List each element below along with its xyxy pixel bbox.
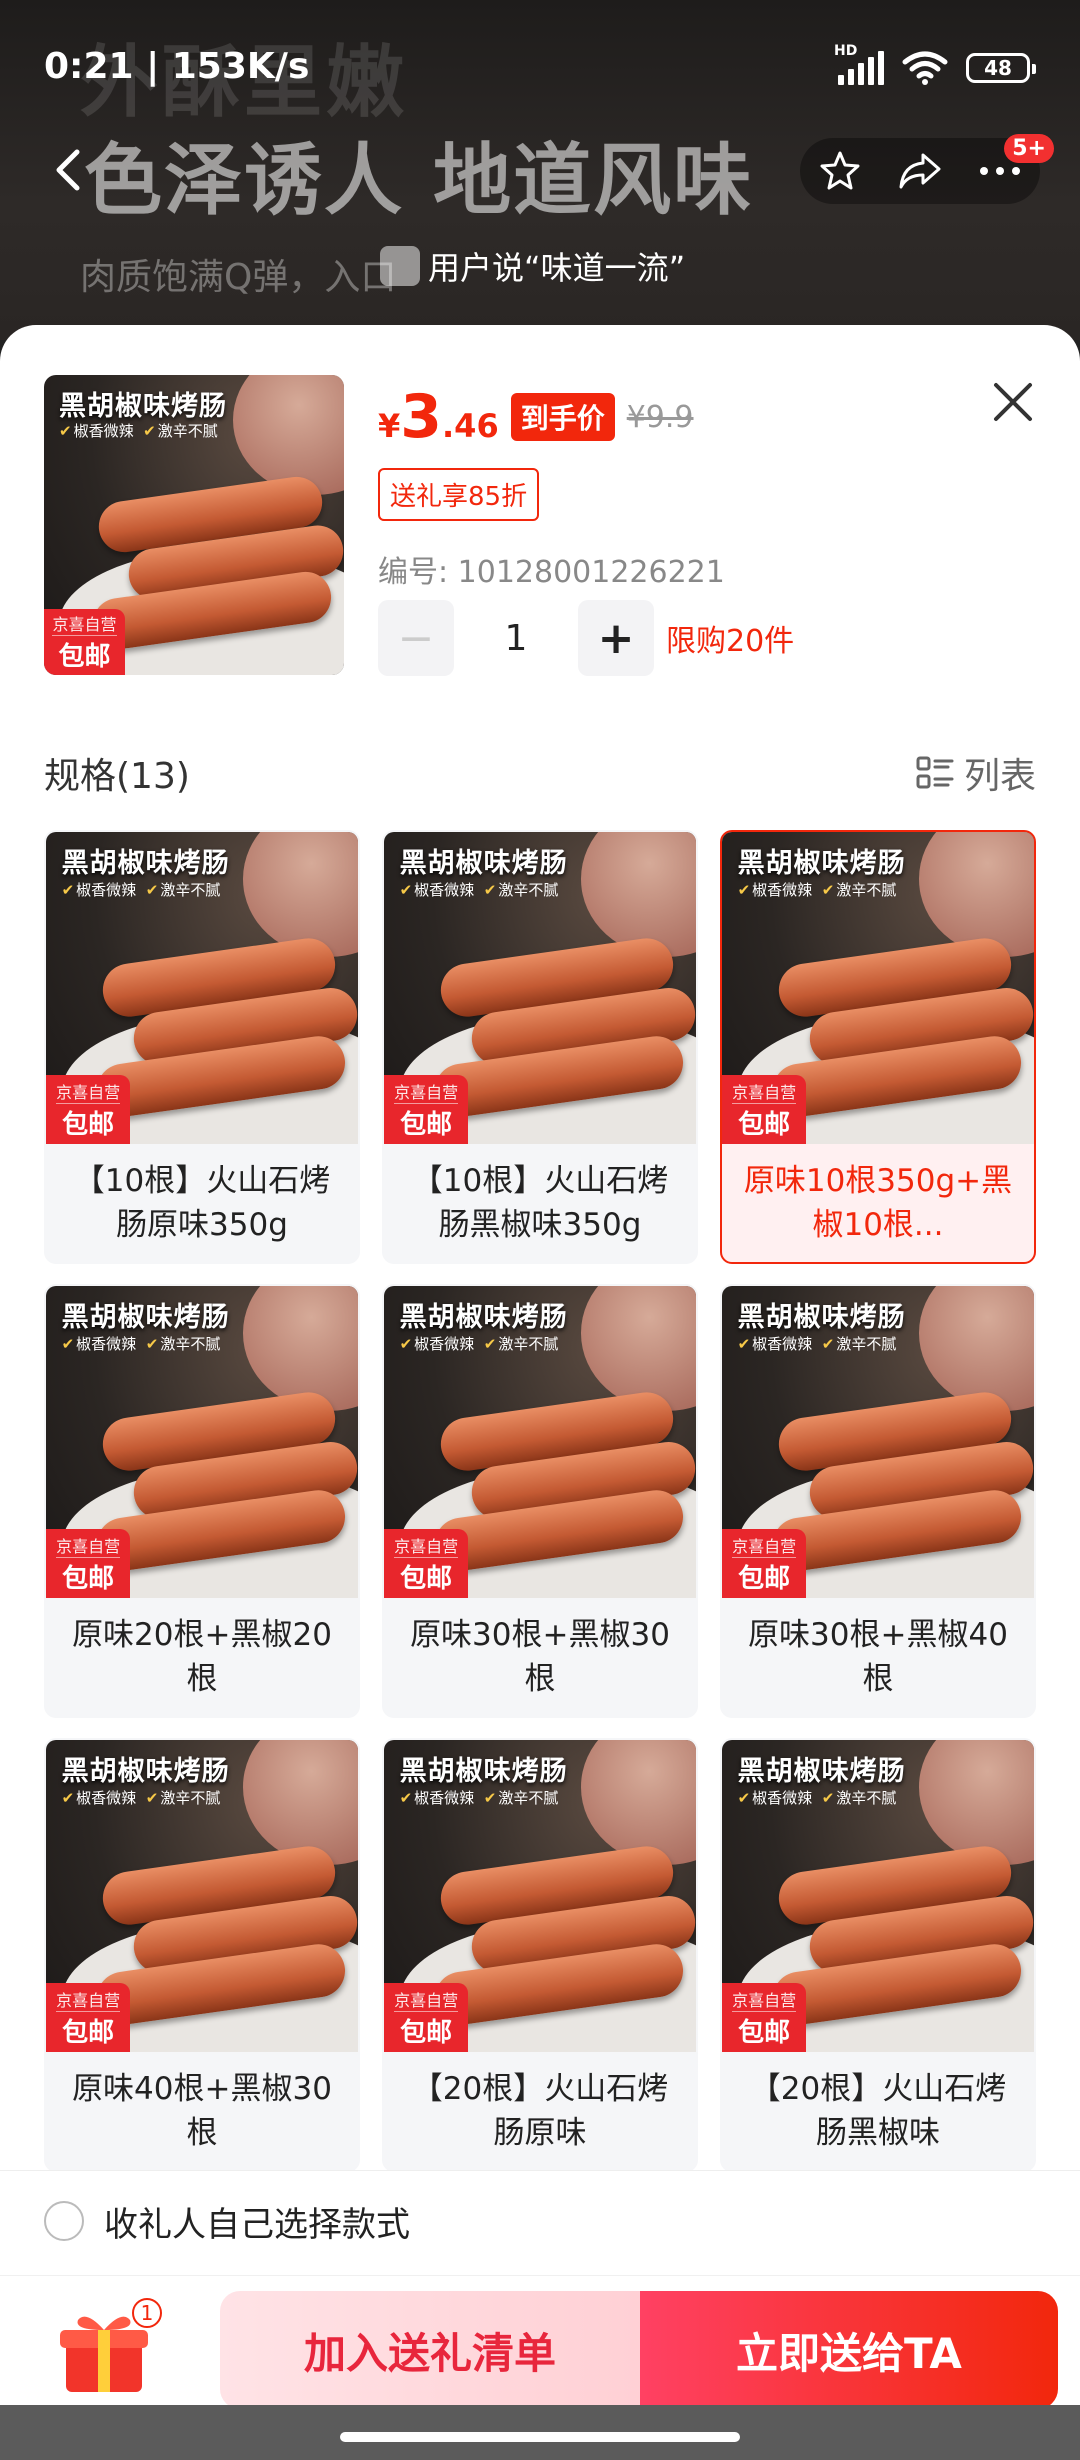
spec-option[interactable]: 黑胡椒味烤肠 ✔ 椒香微辣 ✔ 激辛不腻 京喜自营 包邮【20根】火山石烤肠原味 <box>382 1738 698 2172</box>
spec-option[interactable]: 黑胡椒味烤肠 ✔ 椒香微辣 ✔ 激辛不腻 京喜自营 包邮【10根】火山石烤肠黑椒味350g <box>382 830 698 1264</box>
spec-option-image: 黑胡椒味烤肠 ✔ 椒香微辣 ✔ 激辛不腻 京喜自营 包邮 <box>722 1286 1034 1598</box>
price-symbol: ¥ <box>378 407 401 445</box>
price-row: ¥ 3 .46 到手价 ¥9.9 <box>378 387 694 447</box>
spec-option[interactable]: 黑胡椒味烤肠 ✔ 椒香微辣 ✔ 激辛不腻 京喜自营 包邮原味10根350g+黑椒10根..… <box>720 830 1036 1264</box>
thumbs-up-icon <box>380 246 420 286</box>
purchase-limit: 限购20件 <box>666 624 795 659</box>
status-bar: 0:21 | 153K/s HD 48 <box>0 0 1080 140</box>
hd-label: HD <box>834 43 858 59</box>
decrease-button[interactable]: − <box>378 600 454 676</box>
free-shipping-badge: 京喜自营 包邮 <box>46 1983 131 2052</box>
free-shipping-badge: 京喜自营 包邮 <box>722 1529 807 1598</box>
quantity-stepper: − 1 + 限购20件 <box>378 600 794 676</box>
action-buttons: 加入送礼清单 立即送给TA <box>220 2291 1058 2405</box>
receiver-choice-label: 收礼人自己选择款式 <box>104 2204 410 2245</box>
bg-review: 用户说“味道一流” <box>380 243 685 289</box>
list-icon <box>916 756 954 789</box>
free-shipping-badge: 京喜自营 包邮 <box>384 1529 469 1598</box>
status-time: 0:21 | 153K/s <box>44 46 310 87</box>
spec-option-image: 黑胡椒味烤肠 ✔ 椒香微辣 ✔ 激辛不腻 京喜自营 包邮 <box>46 832 358 1144</box>
spec-option-label: 原味10根350g+黑椒10根... <box>743 1163 1013 1243</box>
spec-option-label: 原味30根+黑椒30根 <box>410 1617 670 1697</box>
send-gift-button[interactable]: 立即送给TA <box>640 2291 1058 2405</box>
spec-option-image: 黑胡椒味烤肠 ✔ 椒香微辣 ✔ 激辛不腻 京喜自营 包邮 <box>46 1286 358 1598</box>
back-icon[interactable] <box>40 142 96 198</box>
free-shipping-badge: 京喜自营 包邮 <box>384 1983 469 2052</box>
spec-option-label: 原味40根+黑椒30根 <box>72 2071 332 2151</box>
free-shipping-badge: 京喜自营 包邮 <box>46 1075 131 1144</box>
gift-discount-tag: 送礼享85折 <box>378 468 540 521</box>
nav-actions: 5+ <box>800 134 1054 204</box>
wifi-icon <box>902 51 948 85</box>
spec-option-label: 【10根】火山石烤肠黑椒味350g <box>411 1163 669 1243</box>
product-image: 黑胡椒味烤肠 ✔ 椒香微辣 ✔ 激辛不腻 京喜自营 包邮 <box>44 375 344 675</box>
gift-list-count: 1 <box>132 2298 162 2328</box>
spec-option[interactable]: 黑胡椒味烤肠 ✔ 椒香微辣 ✔ 激辛不腻 京喜自营 包邮原味40根+黑椒30根 <box>44 1738 360 2172</box>
system-nav-area <box>0 2405 1080 2460</box>
bg-review-text: 用户说“味道一流” <box>428 249 686 287</box>
close-icon[interactable] <box>986 375 1040 429</box>
sku-number: 编号: 10128001226221 <box>378 555 725 590</box>
free-shipping-badge: 京喜自营 包邮 <box>722 1983 807 2052</box>
free-shipping-badge: 京喜自营 包邮 <box>44 609 125 675</box>
battery-icon: 48 <box>966 53 1036 83</box>
status-icons: HD 48 <box>834 43 1036 86</box>
increase-button[interactable]: + <box>578 600 654 676</box>
spec-option-label: 原味30根+黑椒40根 <box>748 1617 1008 1697</box>
spec-option[interactable]: 黑胡椒味烤肠 ✔ 椒香微辣 ✔ 激辛不腻 京喜自营 包邮原味30根+黑椒30根 <box>382 1284 698 1718</box>
spec-option-image: 黑胡椒味烤肠 ✔ 椒香微辣 ✔ 激辛不腻 京喜自营 包邮 <box>46 1740 358 2052</box>
bottom-bar: 1 加入送礼清单 立即送给TA <box>0 2275 1080 2405</box>
spec-option-image: 黑胡椒味烤肠 ✔ 椒香微辣 ✔ 激辛不腻 京喜自营 包邮 <box>722 832 1034 1144</box>
star-icon[interactable] <box>818 149 862 193</box>
share-icon[interactable] <box>897 151 943 191</box>
bg-subline: 肉质饱满Q弹，入口 <box>80 257 397 298</box>
spec-option-label: 【20根】火山石烤肠原味 <box>411 2071 669 2151</box>
spec-title: 规格(13) <box>44 756 190 797</box>
spec-option-image: 黑胡椒味烤肠 ✔ 椒香微辣 ✔ 激辛不腻 京喜自营 包邮 <box>384 1286 696 1598</box>
spec-option-label: 原味20根+黑椒20根 <box>72 1617 332 1697</box>
more-icon[interactable] <box>978 165 1022 177</box>
free-shipping-badge: 京喜自营 包邮 <box>46 1529 131 1598</box>
spec-sheet: 黑胡椒味烤肠 ✔ 椒香微辣 ✔ 激辛不腻 京喜自营 包邮 ¥ 3 .46 到手价 ¥… <box>0 325 1080 2405</box>
spec-option[interactable]: 黑胡椒味烤肠 ✔ 椒香微辣 ✔ 激辛不腻 京喜自营 包邮原味20根+黑椒20根 <box>44 1284 360 1718</box>
nav-bar: 5+ <box>20 130 1060 210</box>
spec-option-image: 黑胡椒味烤肠 ✔ 椒香微辣 ✔ 激辛不腻 京喜自营 包邮 <box>384 832 696 1144</box>
spec-option-image: 黑胡椒味烤肠 ✔ 椒香微辣 ✔ 激辛不腻 京喜自营 包邮 <box>384 1740 696 2052</box>
final-price-tag: 到手价 <box>510 393 615 441</box>
spec-option[interactable]: 黑胡椒味烤肠 ✔ 椒香微辣 ✔ 激辛不腻 京喜自营 包邮【20根】火山石烤肠黑椒味 <box>720 1738 1036 2172</box>
quantity-value[interactable]: 1 <box>454 618 578 659</box>
receiver-choice-radio[interactable] <box>44 2201 84 2241</box>
list-label: 列表 <box>963 756 1036 797</box>
spec-option-label: 【20根】火山石烤肠黑椒味 <box>749 2071 1007 2151</box>
price-integer: 3 <box>400 382 443 452</box>
free-shipping-badge: 京喜自营 包邮 <box>384 1075 469 1144</box>
free-shipping-badge: 京喜自营 包邮 <box>722 1075 807 1144</box>
spec-option[interactable]: 黑胡椒味烤肠 ✔ 椒香微辣 ✔ 激辛不腻 京喜自营 包邮【10根】火山石烤肠原味350g <box>44 830 360 1264</box>
spec-option-image: 黑胡椒味烤肠 ✔ 椒香微辣 ✔ 激辛不腻 京喜自营 包邮 <box>722 1740 1034 2052</box>
signal-icon: HD <box>834 43 884 85</box>
spec-grid: 黑胡椒味烤肠 ✔ 椒香微辣 ✔ 激辛不腻 京喜自营 包邮 【10根】火山石烤肠原味350g 黑… <box>44 830 1036 2172</box>
message-badge: 5+ <box>1004 134 1054 163</box>
original-price: ¥9.9 <box>626 399 694 435</box>
receiver-choice-row[interactable]: 收礼人自己选择款式 <box>0 2170 1080 2271</box>
list-view-toggle[interactable]: 列表 <box>916 747 1036 799</box>
product-image-title: 黑胡椒味烤肠 <box>59 391 227 422</box>
spec-option-label: 【10根】火山石烤肠原味350g <box>73 1163 331 1243</box>
home-indicator[interactable] <box>340 2432 740 2442</box>
price-decimal: .46 <box>442 407 499 445</box>
spec-option[interactable]: 黑胡椒味烤肠 ✔ 椒香微辣 ✔ 激辛不腻 京喜自营 包邮原味30根+黑椒40根 <box>720 1284 1036 1718</box>
add-to-gift-list-button[interactable]: 加入送礼清单 <box>220 2291 640 2405</box>
